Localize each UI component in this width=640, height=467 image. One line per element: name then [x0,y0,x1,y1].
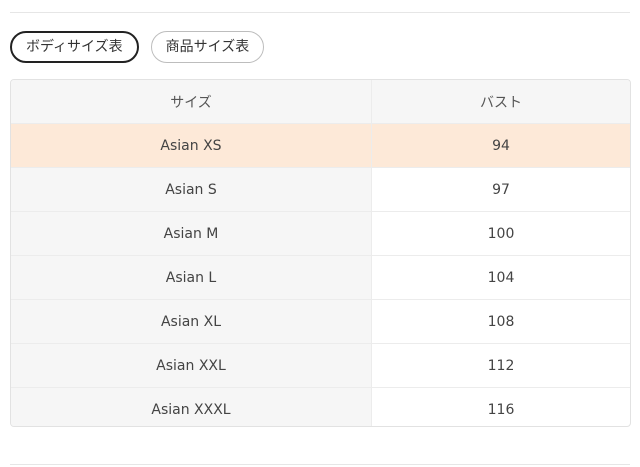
size-cell: Asian S [11,167,372,212]
table-row: Asian XS 94 [11,123,630,168]
size-chart-panel: ボディサイズ表 商品サイズ表 サイズ バスト Asian XS 94 Asian… [0,0,640,467]
bust-cell: 116 [487,401,515,418]
bust-cell: 100 [371,211,630,256]
tab-product-size-chart[interactable]: 商品サイズ表 [150,31,265,63]
table-row: Asian M 100 [11,211,630,256]
table-row: Asian XXXL 116 [11,387,630,426]
size-table-container: サイズ バスト Asian XS 94 Asian S 97 Asian M 1… [10,79,631,427]
table-header-row: サイズ バスト [11,80,630,124]
bottom-divider [10,464,630,465]
size-cell: Asian XXL [11,343,372,388]
column-header-size: サイズ [11,80,372,124]
bust-cell: 108 [371,299,630,344]
column-header-bust: バスト [371,80,630,124]
size-table: サイズ バスト Asian XS 94 Asian S 97 Asian M 1… [11,80,630,426]
bust-cell: 97 [371,167,630,212]
bust-cell: 112 [371,343,630,388]
top-divider [10,12,630,13]
size-cell: Asian L [11,255,372,300]
table-row: Asian XL 108 [11,299,630,344]
size-chart-tabs: ボディサイズ表 商品サイズ表 [10,31,265,63]
size-cell: Asian XS [11,123,372,168]
size-cell: Asian XXXL [11,387,372,426]
table-row: Asian L 104 [11,255,630,300]
table-row: Asian S 97 [11,167,630,212]
table-row: Asian XXL 112 [11,343,630,388]
bust-cell: 94 [371,123,630,168]
size-cell: Asian XL [11,299,372,344]
bust-cell: 104 [371,255,630,300]
size-cell: Asian M [11,211,372,256]
tab-body-size-chart[interactable]: ボディサイズ表 [10,31,139,63]
